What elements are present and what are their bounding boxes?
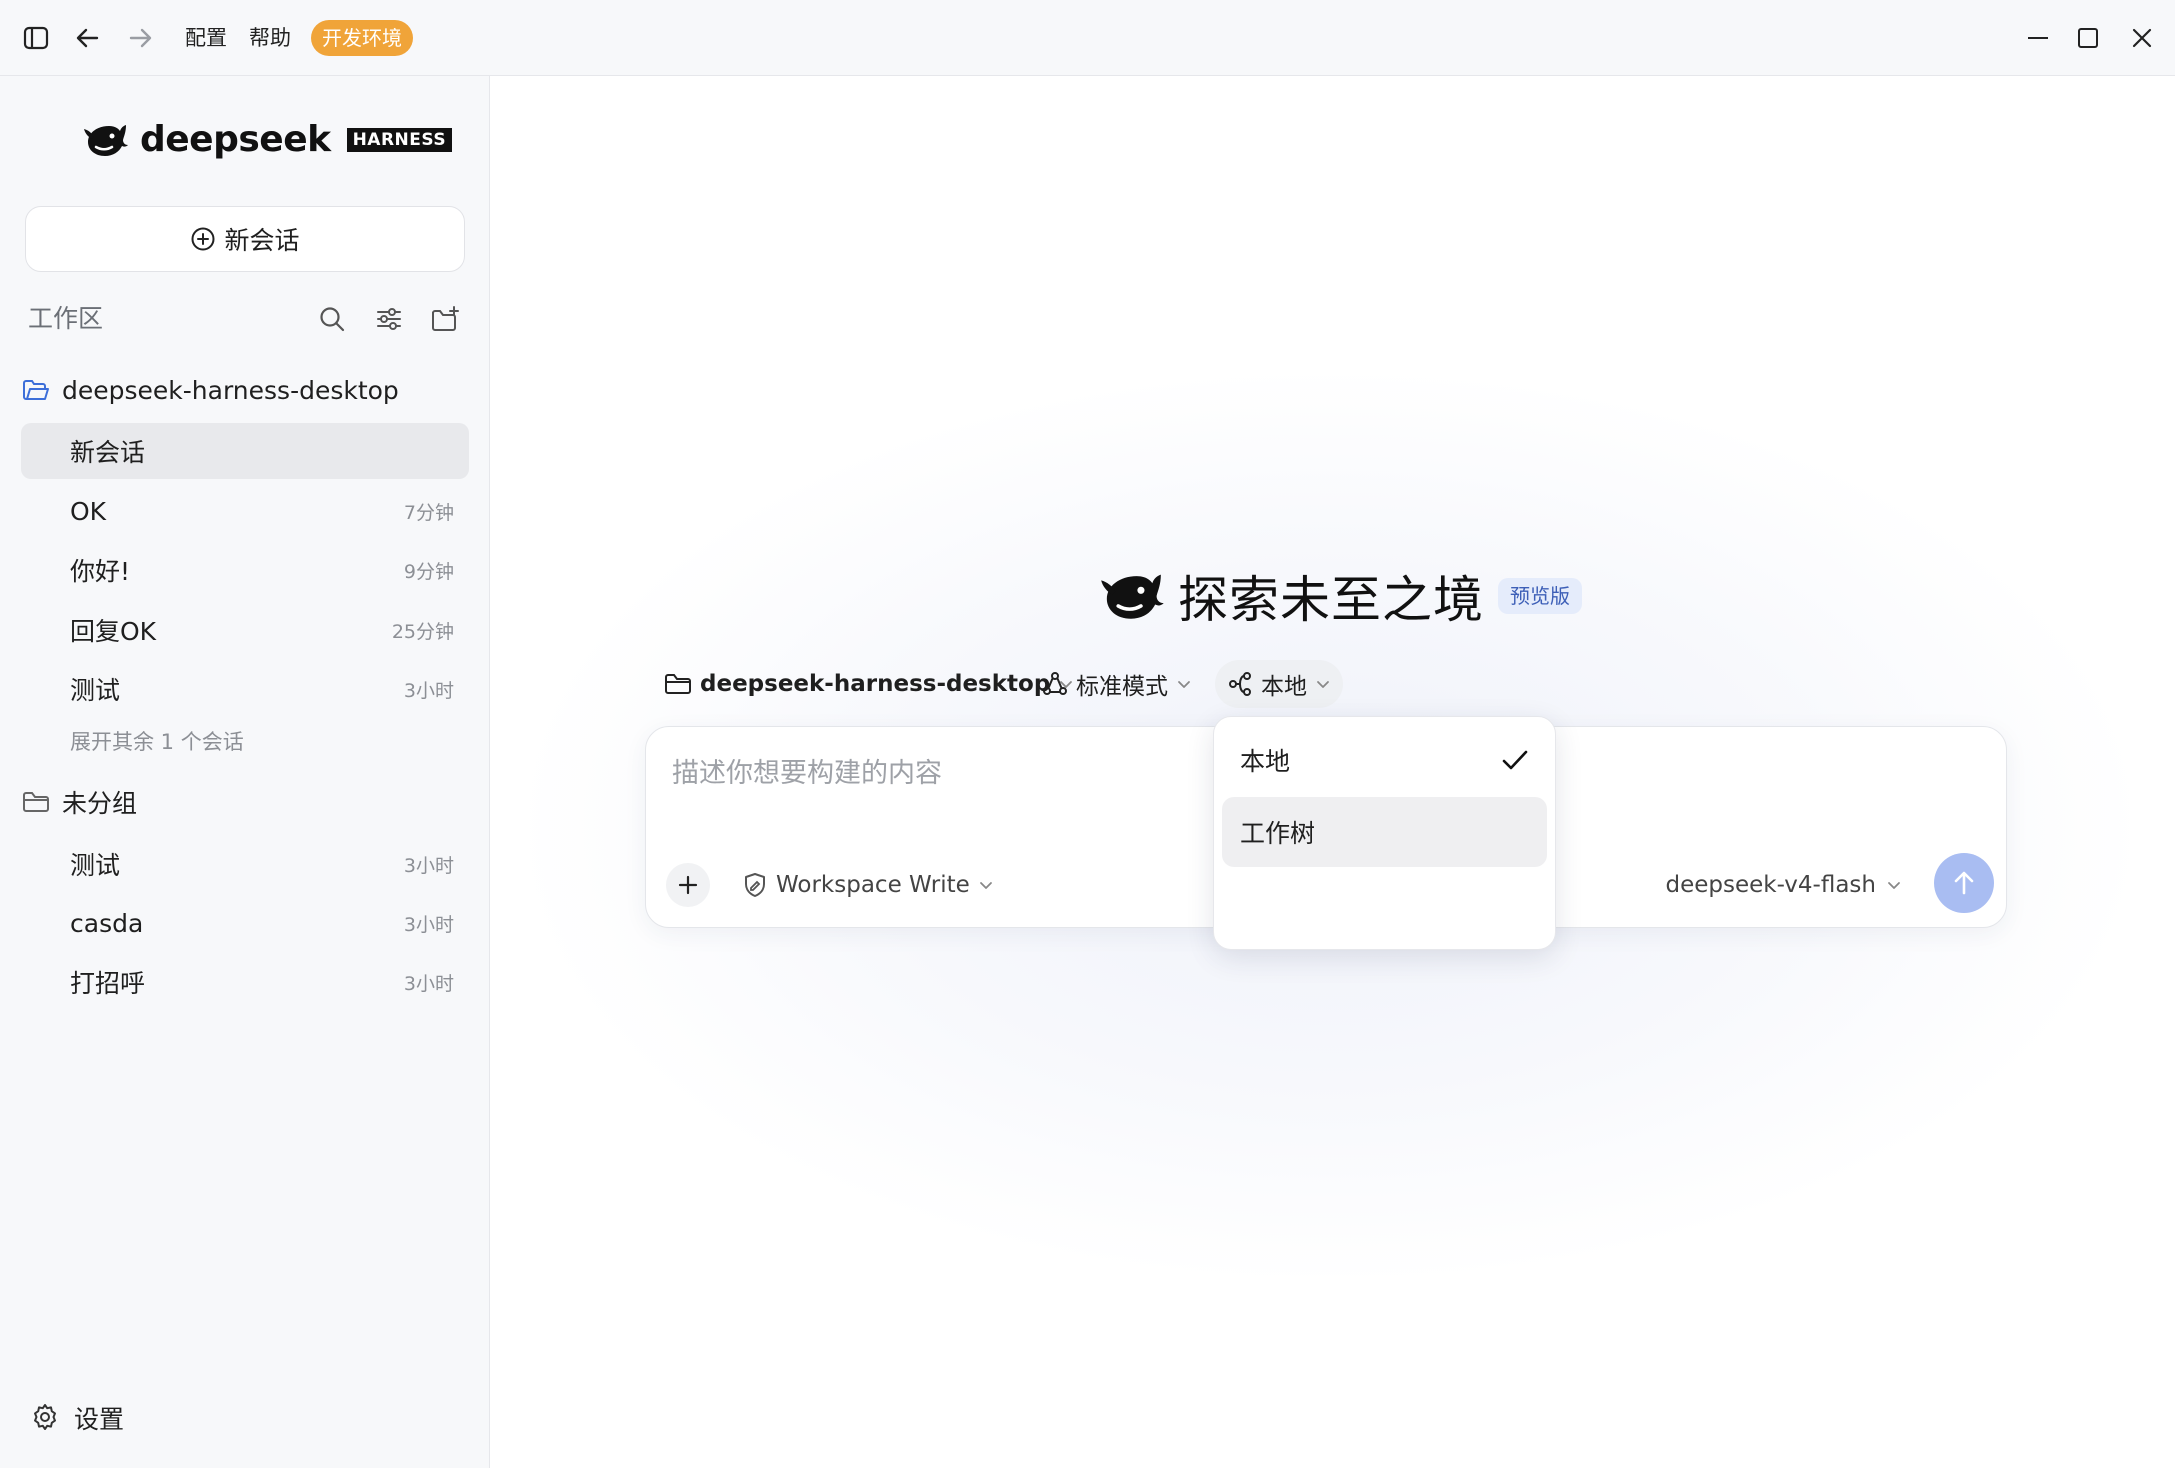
- conversation-item[interactable]: OK 7分钟: [21, 483, 469, 539]
- chevron-down-icon: [1888, 882, 1900, 889]
- menu-item-worktree[interactable]: 工作树: [1222, 797, 1547, 867]
- send-button[interactable]: [1934, 853, 1994, 913]
- menu-config[interactable]: 配置: [185, 22, 227, 54]
- sidebar-toggle-icon[interactable]: [18, 20, 54, 56]
- plus-icon: [678, 875, 698, 895]
- conversation-time: 3小时: [403, 854, 454, 877]
- new-folder-icon[interactable]: [428, 302, 462, 336]
- conversation-time: 3小时: [403, 972, 454, 995]
- conversation-title: 测试: [70, 851, 121, 880]
- mode-selector[interactable]: 标准模式: [1030, 660, 1204, 708]
- conversation-title: 回复OK: [70, 617, 157, 646]
- conversation-item[interactable]: 你好! 9分钟: [21, 542, 469, 598]
- preview-badge: 预览版: [1498, 578, 1582, 614]
- logo-badge: HARNESS: [346, 128, 453, 152]
- back-arrow-icon[interactable]: [70, 20, 106, 56]
- permission-label: Workspace Write: [776, 872, 970, 898]
- conversation-item[interactable]: 打招呼 3小时: [21, 954, 469, 1010]
- checkmark-icon: [1502, 750, 1528, 770]
- conversation-item[interactable]: 回复OK 25分钟: [21, 602, 469, 658]
- logo-text: deepseek: [140, 119, 331, 160]
- new-chat-label: 新会话: [224, 226, 300, 255]
- project-selector[interactable]: deepseek-harness-desktop: [652, 660, 1086, 708]
- permission-selector[interactable]: Workspace Write: [742, 865, 994, 905]
- conversation-time: 3小时: [403, 679, 454, 702]
- location-label: 本地: [1261, 674, 1307, 700]
- whale-logo-icon: [1101, 574, 1164, 619]
- forward-arrow-icon[interactable]: [122, 20, 158, 56]
- folder-open-icon: [23, 380, 49, 400]
- minimize-icon[interactable]: [2020, 20, 2056, 56]
- folder-icon: [665, 674, 691, 694]
- plus-circle-icon: [191, 227, 215, 251]
- close-icon[interactable]: [2124, 20, 2160, 56]
- location-selector[interactable]: 本地: [1215, 660, 1343, 708]
- menu-item-label: 本地: [1240, 747, 1291, 776]
- model-label: deepseek-v4-flash: [1665, 872, 1876, 898]
- env-badge: 开发环境: [311, 20, 413, 56]
- group-label: 未分组: [62, 789, 138, 818]
- conversation-title: casda: [70, 908, 144, 938]
- mode-cycle-icon: [1043, 672, 1067, 695]
- maximize-icon[interactable]: [2070, 20, 2106, 56]
- project-label: deepseek-harness-desktop: [700, 671, 1051, 697]
- search-icon[interactable]: [315, 302, 349, 336]
- add-attachment-button[interactable]: [666, 863, 710, 907]
- conversation-time: 3小时: [403, 913, 454, 936]
- group-label: deepseek-harness-desktop: [62, 375, 399, 405]
- new-chat-button[interactable]: 新会话: [25, 206, 465, 272]
- conversation-item[interactable]: 测试 3小时: [21, 836, 469, 892]
- gear-icon: [34, 1404, 56, 1430]
- conversation-title: 新会话: [70, 438, 146, 467]
- chevron-down-icon: [1178, 681, 1190, 688]
- expand-more-link[interactable]: 展开其余 1 个会话: [70, 726, 244, 756]
- workspace-group-deepseek-harness-desktop[interactable]: deepseek-harness-desktop: [22, 368, 399, 412]
- conversation-item[interactable]: 测试 3小时: [21, 661, 469, 717]
- conversation-title: OK: [70, 496, 107, 526]
- settings-button[interactable]: 设置: [30, 1398, 124, 1438]
- conversation-time: 9分钟: [403, 560, 454, 583]
- conversation-title: 你好!: [70, 557, 131, 586]
- filter-settings-icon[interactable]: [372, 302, 406, 336]
- conversation-title: 打招呼: [70, 969, 146, 998]
- conversation-time: 25分钟: [391, 620, 454, 643]
- conversation-item-new[interactable]: 新会话: [21, 423, 469, 479]
- conversation-time: 7分钟: [403, 501, 454, 524]
- menu-item-label: 工作树: [1240, 819, 1316, 848]
- mode-label: 标准模式: [1076, 674, 1168, 700]
- folder-icon: [23, 792, 49, 812]
- title-bar: 配置 帮助 开发环境: [0, 0, 2175, 76]
- workspace-group-ungrouped[interactable]: 未分组: [22, 780, 137, 824]
- arrow-up-icon: [1954, 871, 1974, 895]
- model-selector[interactable]: deepseek-v4-flash: [1666, 865, 1902, 905]
- location-dropdown-menu: 本地 工作树: [1213, 716, 1556, 950]
- whale-logo-icon: [84, 125, 128, 156]
- menu-help[interactable]: 帮助: [249, 22, 291, 54]
- sidebar: deepseek HARNESS 新会话 工作区 deepseek-harnes…: [0, 76, 490, 1468]
- chevron-down-icon: [1317, 681, 1329, 688]
- settings-label: 设置: [74, 1405, 125, 1434]
- workspace-header: 工作区: [28, 304, 104, 333]
- shield-edit-icon: [745, 873, 765, 897]
- hero-heading: 探索未至之境 预览版: [1098, 560, 1582, 632]
- conversation-item[interactable]: casda 3小时: [21, 895, 469, 951]
- app-logo: deepseek HARNESS: [82, 118, 453, 162]
- conversation-title: 测试: [70, 676, 121, 705]
- branch-icon: [1229, 672, 1251, 696]
- menu-item-local[interactable]: 本地: [1222, 725, 1547, 795]
- chevron-down-icon: [979, 882, 992, 889]
- hero-title: 探索未至之境: [1178, 571, 1484, 629]
- main-panel: 探索未至之境 预览版 deepseek-harness-desktop 标准模式…: [490, 76, 2175, 1468]
